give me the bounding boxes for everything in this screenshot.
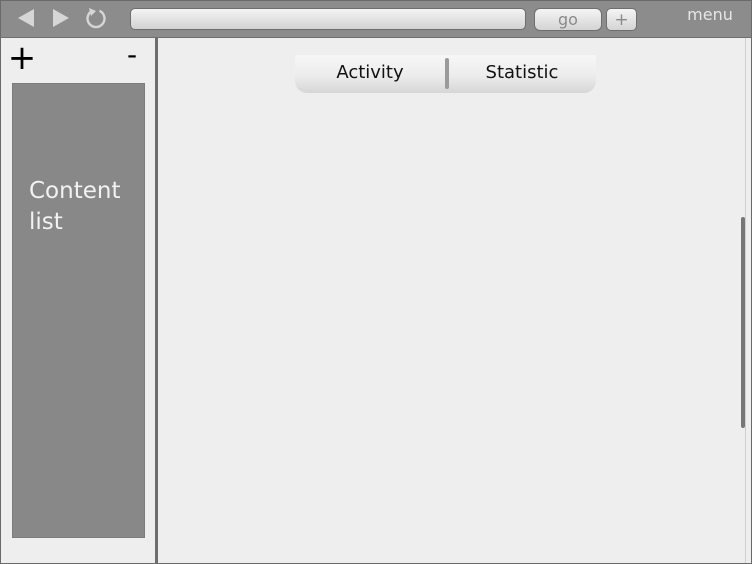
back-arrow-icon[interactable]: [14, 6, 38, 30]
browser-window: go + menu + - Content list Activity Stat…: [0, 0, 752, 564]
content-list[interactable]: Content list: [12, 83, 145, 538]
main-pane: Activity Statistic: [158, 38, 751, 563]
menu-button[interactable]: menu: [677, 5, 743, 24]
toolbar: go + menu: [1, 1, 751, 38]
scrollbar-track: [745, 38, 746, 563]
new-tab-button[interactable]: +: [606, 8, 637, 31]
add-button[interactable]: +: [7, 38, 37, 78]
remove-button[interactable]: -: [119, 38, 145, 74]
go-button[interactable]: go: [534, 8, 602, 31]
reload-icon[interactable]: [84, 6, 108, 30]
vertical-scrollbar[interactable]: [741, 38, 750, 563]
tab-activity[interactable]: Activity: [295, 55, 445, 93]
forward-arrow-icon[interactable]: [49, 6, 73, 30]
scrollbar-thumb[interactable]: [741, 217, 745, 428]
sidebar: + - Content list: [1, 38, 155, 563]
view-tab-bar: Activity Statistic: [295, 55, 596, 93]
url-input[interactable]: [130, 8, 526, 30]
content-list-label: Content list: [29, 178, 121, 235]
tab-statistic[interactable]: Statistic: [448, 55, 596, 93]
